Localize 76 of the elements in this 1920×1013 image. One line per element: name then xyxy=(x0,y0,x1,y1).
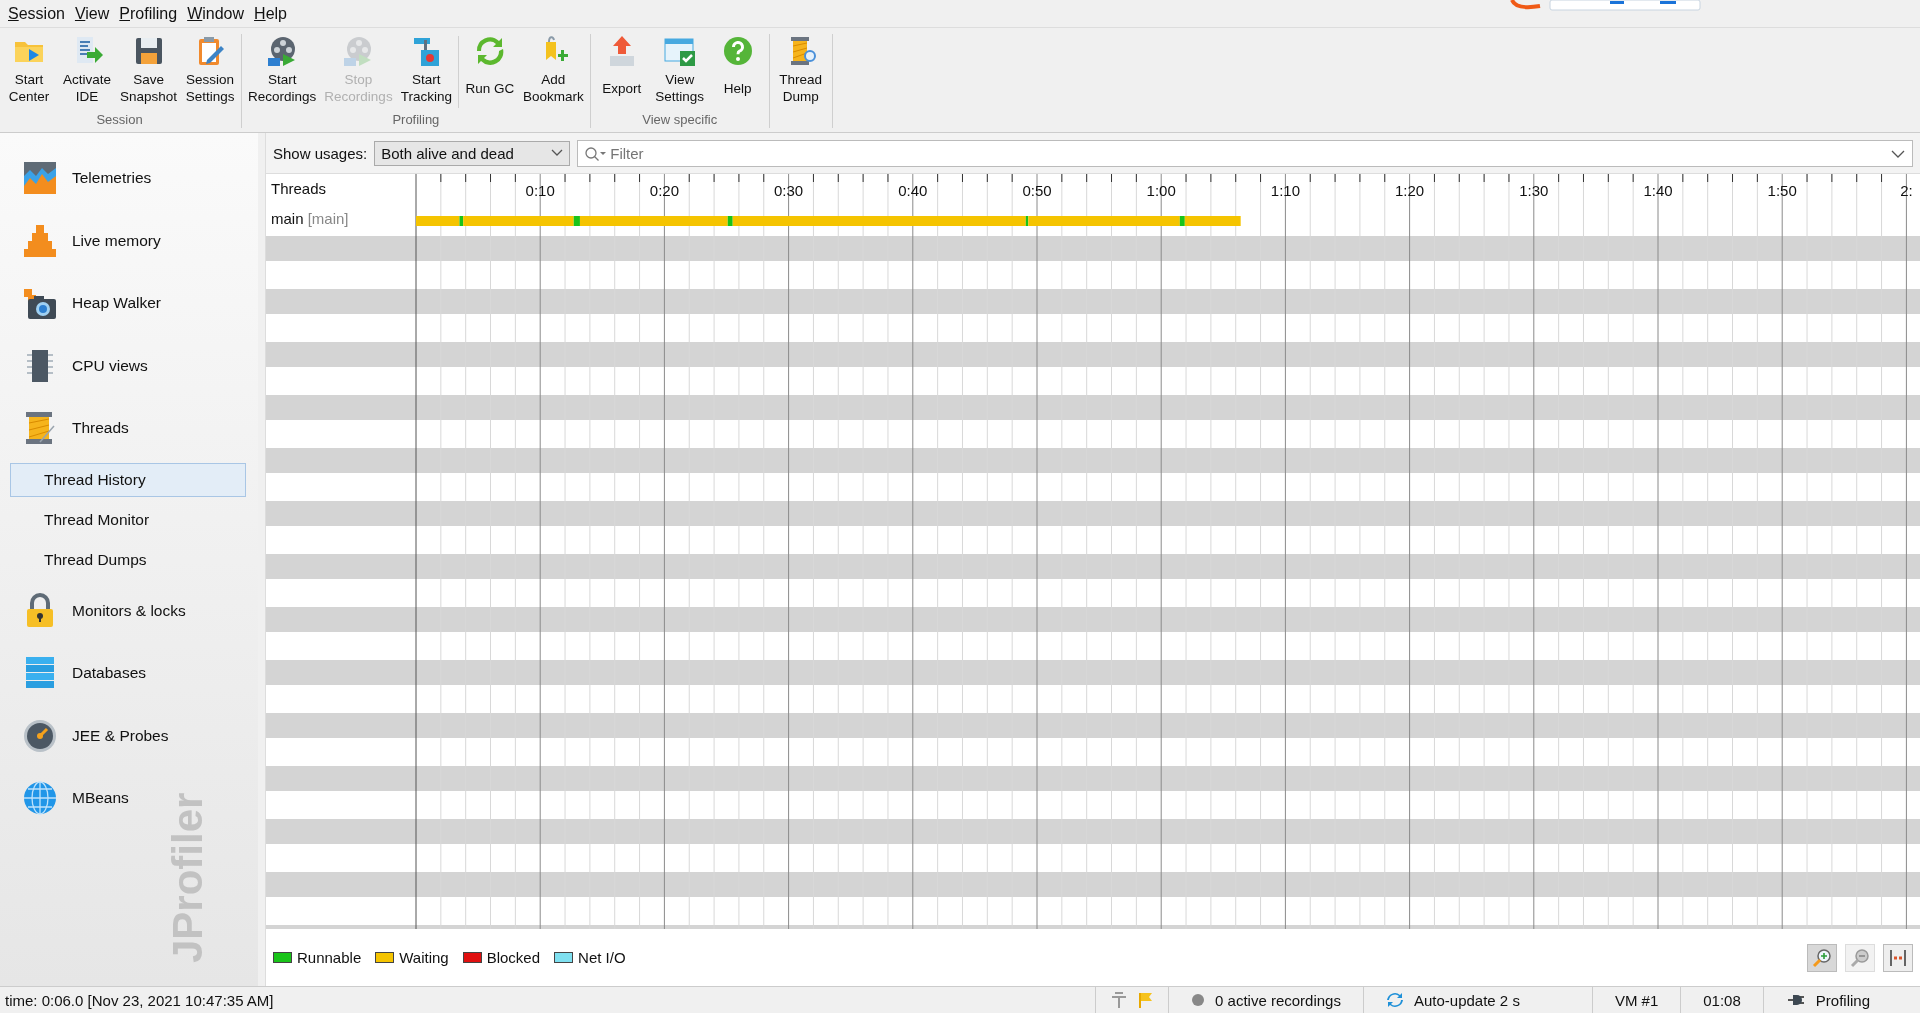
thread-name[interactable]: main [main] xyxy=(271,210,349,227)
toolbar-button[interactable]: Start Tracking xyxy=(396,32,456,112)
zoom-in-icon xyxy=(1812,947,1832,968)
toolbar-button[interactable]: Start Center xyxy=(0,32,58,112)
sidebar-item[interactable]: Telemetries xyxy=(0,147,165,210)
menu-item[interactable]: Session xyxy=(4,4,71,23)
legend-label: Net I/O xyxy=(578,949,626,966)
sidebar-item[interactable]: JEE & Probes xyxy=(0,704,182,767)
sidebar-item[interactable]: Databases xyxy=(0,642,160,705)
legend-label: Waiting xyxy=(399,949,449,966)
cubes-icon xyxy=(22,222,58,259)
time-label: 1:00 xyxy=(1146,182,1176,199)
sidebar-item[interactable]: CPU views xyxy=(0,334,161,397)
sidebar-subitem[interactable]: Thread History xyxy=(10,462,246,497)
time-label: 1:30 xyxy=(1519,182,1549,199)
group-label: View specific xyxy=(641,112,719,129)
gauge-icon xyxy=(22,717,58,754)
time-label: 1:20 xyxy=(1395,182,1425,199)
group-label: Profiling xyxy=(391,112,441,129)
time-label: 0:10 xyxy=(525,182,555,199)
fit-width-icon xyxy=(1888,947,1908,968)
time-label: 1:10 xyxy=(1270,182,1300,199)
field-label: Show usages: xyxy=(273,144,368,162)
toolbar-button[interactable]: Thread Dump xyxy=(771,32,830,132)
toolbar-button[interactable]: Start Recordings xyxy=(244,32,321,112)
caret-icon[interactable] xyxy=(1891,149,1905,158)
usage-dropdown[interactable]: Both alive and dead xyxy=(374,140,571,166)
toolbar-button[interactable]: Add Bookmark xyxy=(518,32,588,112)
toolbar-button[interactable]: Session Settings xyxy=(181,32,240,112)
sidebar-subitem[interactable]: Thread Dumps xyxy=(10,542,246,577)
time-label: 1:50 xyxy=(1767,182,1797,199)
time-label: 0:50 xyxy=(1022,182,1052,199)
sidebar-item[interactable]: MBeans xyxy=(0,767,142,830)
time-label: 0:40 xyxy=(898,182,928,199)
search-icon xyxy=(584,145,607,162)
zoom-out-icon xyxy=(1850,947,1870,968)
time-label: 2: xyxy=(1900,182,1913,199)
auto-update-status[interactable]: Auto-update 2 s xyxy=(1413,991,1520,1009)
menu-item[interactable]: Help xyxy=(250,4,293,23)
refresh-icon[interactable] xyxy=(1385,992,1404,1008)
vm-status: VM #1 xyxy=(1614,991,1659,1009)
menu-item[interactable]: View xyxy=(70,4,116,23)
toolbar-button[interactable]: Activate IDE xyxy=(58,32,116,112)
status-time: time: 0:06.0 [Nov 23, 2021 10:47:35 AM] xyxy=(4,991,274,1009)
caret-icon xyxy=(551,149,564,157)
column-header: Threads xyxy=(271,180,327,197)
toolbar-button[interactable]: Help xyxy=(708,32,767,112)
time-label: 0:20 xyxy=(649,182,679,199)
elapsed-time: 01:08 xyxy=(1703,991,1741,1009)
toolbar-button[interactable]: Save Snapshot xyxy=(116,32,182,112)
flag-icon[interactable] xyxy=(1138,991,1155,1009)
pin-icon[interactable] xyxy=(1110,991,1129,1009)
sidebar-item[interactable]: Heap Walker xyxy=(0,272,174,335)
sidebar-item[interactable]: Live memory xyxy=(0,209,174,272)
menu-item[interactable]: Window xyxy=(183,4,251,23)
toolbar-button[interactable]: Export xyxy=(592,32,651,112)
zoom-in-button[interactable] xyxy=(1807,943,1837,972)
toolbar-button[interactable]: Run GC xyxy=(460,32,519,112)
group-label: Session xyxy=(95,112,144,129)
globe-icon xyxy=(22,780,58,817)
menu-item[interactable]: Profiling xyxy=(115,4,184,23)
sidebar-item[interactable]: Threads xyxy=(0,397,142,460)
filter-field[interactable]: Filter xyxy=(577,139,1913,167)
legend-label: Blocked xyxy=(486,949,541,966)
sidebar-subitem[interactable]: Thread Monitor xyxy=(10,502,246,537)
toolbar-button[interactable]: View Settings xyxy=(650,32,709,112)
sidebar-item[interactable]: Monitors & locks xyxy=(0,579,199,642)
legend-label: Runnable xyxy=(297,949,362,966)
area-chart-icon xyxy=(22,160,58,197)
record-icon xyxy=(1191,993,1206,1007)
mode-status: Profiling xyxy=(1815,991,1870,1009)
plug-icon xyxy=(1785,993,1806,1007)
fit-button[interactable] xyxy=(1883,943,1913,972)
time-label: 1:40 xyxy=(1643,182,1673,199)
recordings-status: 0 active recordings xyxy=(1215,991,1341,1009)
time-label: 0:30 xyxy=(774,182,804,199)
